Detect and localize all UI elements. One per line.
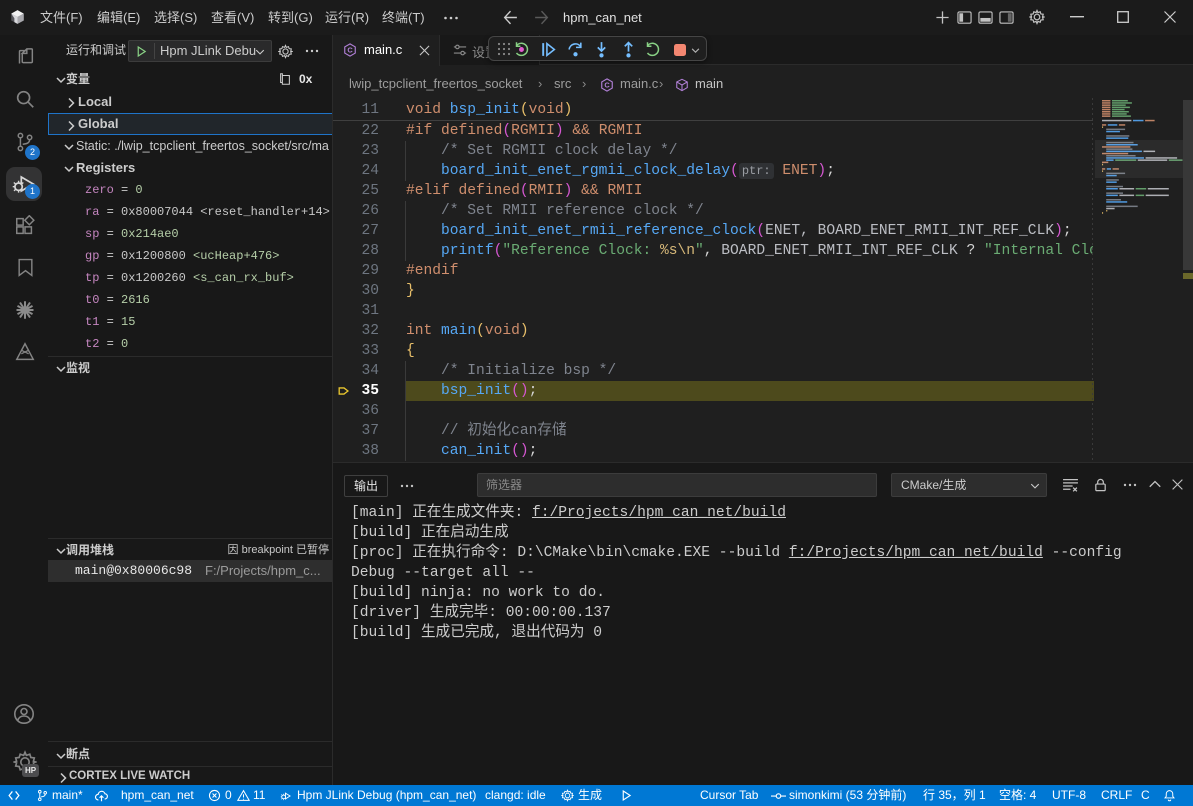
svg-text:C: C [347,46,353,55]
svg-text:C: C [604,81,610,90]
